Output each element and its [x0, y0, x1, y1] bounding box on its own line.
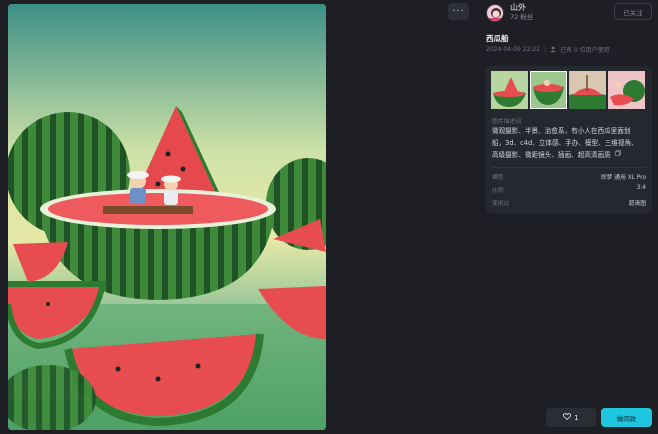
copy-icon[interactable]	[614, 149, 621, 161]
details-card: 图片描述词 微观摄影、半景、治愈系，有小人在西瓜里面划船，3d、c4d、立体感、…	[486, 66, 652, 213]
prompt-label: 图片描述词	[492, 119, 521, 125]
follow-button[interactable]: 已关注	[614, 3, 652, 20]
detail-value: 即梦 通用 XL Pro	[600, 175, 646, 181]
detail-key: 使用过	[492, 201, 510, 207]
work-title: 西瓜船	[486, 34, 509, 43]
divider	[492, 167, 646, 168]
prompt-text: 微观摄影、半景、治愈系，有小人在西瓜里面划船，3d、c4d、立体感、手办、模型、…	[492, 126, 642, 161]
thumbnail[interactable]	[491, 71, 528, 109]
detail-row-ratio: 比例 3:4	[492, 185, 646, 194]
author-name[interactable]: 山外	[510, 3, 533, 13]
detail-key: 模型	[492, 175, 504, 181]
artwork-image[interactable]	[8, 4, 326, 430]
usage-count: 已有 0 位用户使用	[560, 47, 610, 54]
detail-value: 超清图	[628, 201, 646, 207]
user-icon	[550, 46, 556, 54]
thumbnail[interactable]	[569, 71, 606, 109]
like-button[interactable]: 1	[546, 408, 596, 427]
more-icon: ···	[452, 6, 465, 17]
avatar[interactable]	[486, 3, 504, 22]
detail-key: 比例	[492, 188, 504, 194]
publish-date: 2024-04-09 22:22	[486, 46, 541, 53]
heart-icon	[563, 413, 572, 422]
detail-row-used: 使用过 超清图	[492, 198, 646, 207]
follower-count: 72 粉丝	[510, 13, 534, 21]
detail-row-model: 模型 即梦 通用 XL Pro	[492, 172, 646, 181]
author-info[interactable]: 山外 72 粉丝	[486, 3, 533, 22]
thumbnail[interactable]	[608, 71, 645, 109]
like-count: 1	[574, 413, 579, 422]
use-same-style-button[interactable]: 做同款	[601, 408, 652, 427]
detail-value: 3:4	[636, 185, 646, 191]
more-options-button[interactable]: ···	[448, 3, 469, 20]
work-meta: 2024-04-09 22:22 | 已有 0 位用户使用	[486, 45, 610, 54]
thumbnail-strip	[491, 71, 645, 109]
thumbnail[interactable]	[530, 71, 567, 109]
meta-divider: |	[544, 46, 547, 53]
